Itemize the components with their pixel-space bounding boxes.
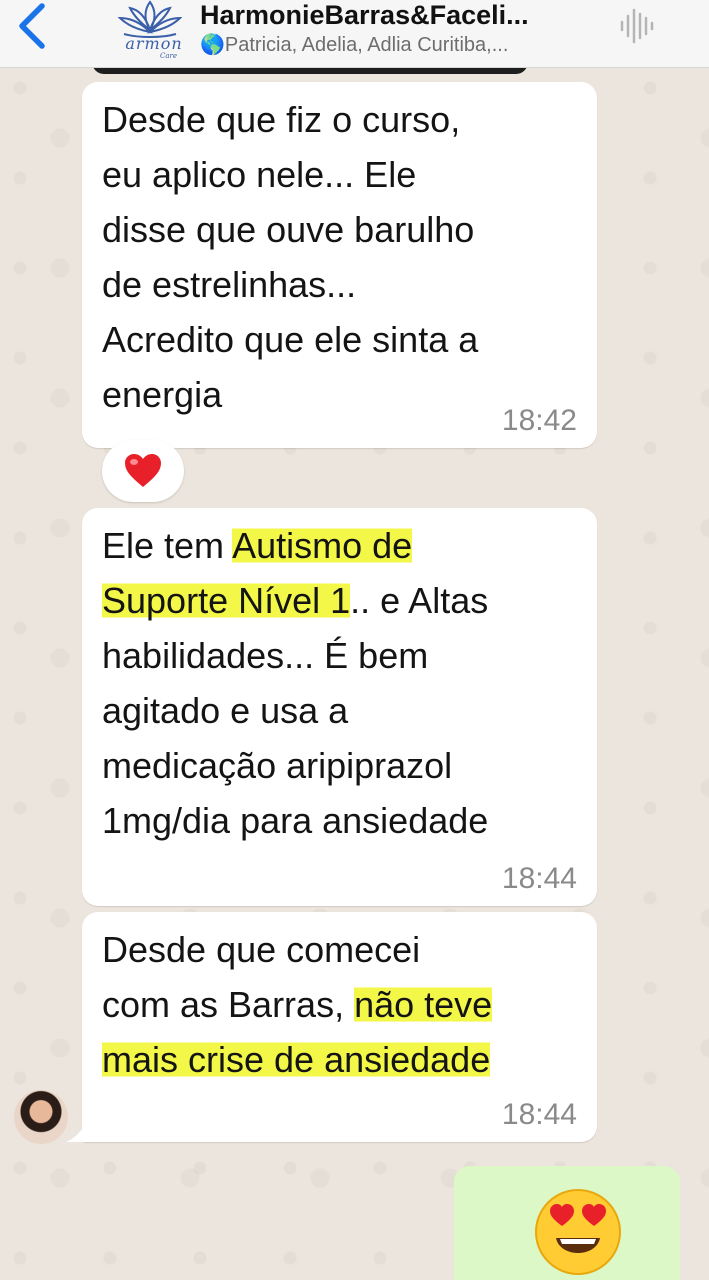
message-line: Desde que fiz o curso, <box>102 99 461 140</box>
message-timestamp: 18:42 <box>501 404 577 437</box>
message-line: Desde que comecei <box>102 929 421 970</box>
chat-title[interactable]: HarmonieBarras&Faceli... <box>200 0 600 31</box>
incoming-message[interactable]: Desde que comecei com as Barras, não tev… <box>82 912 597 1142</box>
message-line: Acredito que ele sinta a <box>102 319 479 360</box>
message-line: Ele tem Autismo de <box>102 518 577 573</box>
lotus-icon <box>117 0 183 38</box>
message-line: disse que ouve barulho <box>102 209 475 250</box>
message-line: de estrelinhas... <box>102 264 357 305</box>
red-heart-icon <box>125 454 161 487</box>
chat-header: armon Care HarmonieBarras&Faceli... 🌎Pat… <box>0 0 709 68</box>
back-button[interactable] <box>10 2 56 50</box>
message-line: medicação aripiprazol <box>102 745 453 786</box>
message-text: Desde que fiz o curso, eu aplico nele...… <box>82 82 597 422</box>
message-timestamp: 18:44 <box>501 862 577 895</box>
message-text: Desde que comecei com as Barras, não tev… <box>82 912 597 1087</box>
message-line: mais crise de ansiedade <box>102 1032 577 1087</box>
chat-participants[interactable]: 🌎Patricia, Adelia, Adlia Curitiba,... <box>200 32 600 57</box>
message-line: eu aplico nele... Ele <box>102 154 417 195</box>
logo-subtext: Care <box>160 52 178 60</box>
text-span: com as Barras, <box>102 984 355 1025</box>
highlighted-text: mais crise de ansiedade <box>102 1039 491 1080</box>
message-line: habilidades... É bem <box>102 635 429 676</box>
incoming-message[interactable]: Ele tem Autismo de Suporte Nível 1.. e A… <box>82 508 597 906</box>
highlighted-text: não teve <box>354 984 493 1025</box>
message-timestamp: 18:44 <box>501 1098 577 1131</box>
smiling-face-with-heart-eyes-icon <box>535 1189 621 1275</box>
highlighted-text: Autismo de <box>232 525 413 566</box>
message-line: com as Barras, não teve <box>102 977 577 1032</box>
text-span: Ele tem <box>102 525 233 566</box>
audio-call-button[interactable] <box>618 6 658 46</box>
reaction-badge[interactable] <box>102 440 184 502</box>
message-line: Suporte Nível 1.. e Altas <box>102 573 577 628</box>
message-line: 1mg/dia para ansiedade <box>102 800 489 841</box>
outgoing-message[interactable] <box>454 1166 680 1280</box>
sender-avatar[interactable] <box>14 1090 68 1144</box>
text-span: .. e Altas <box>350 580 489 621</box>
waveform-icon <box>620 8 654 44</box>
highlighted-text: Suporte Nível 1 <box>102 580 351 621</box>
logo-text: armon <box>125 34 183 53</box>
message-text: Ele tem Autismo de Suporte Nível 1.. e A… <box>82 508 597 848</box>
incoming-message[interactable]: Desde que fiz o curso, eu aplico nele...… <box>82 82 597 448</box>
chevron-left-icon <box>19 3 45 49</box>
group-avatar[interactable]: armon Care <box>114 0 186 62</box>
message-line: agitado e usa a <box>102 690 349 731</box>
bubble-tail <box>66 1120 88 1142</box>
